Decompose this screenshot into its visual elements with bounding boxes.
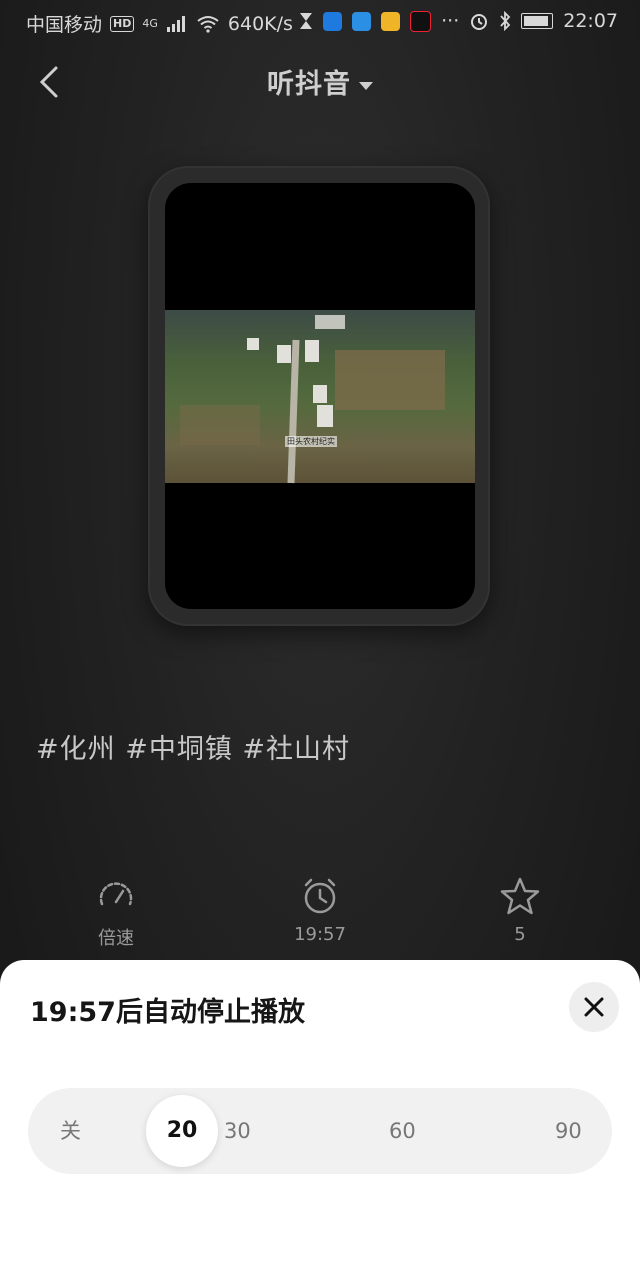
favorite-count: 5 xyxy=(514,924,526,945)
shield-app-icon xyxy=(323,11,343,31)
carrier-label: 中国移动 xyxy=(26,14,103,36)
favorite-button[interactable]: 5 xyxy=(460,876,580,945)
record-app-icon xyxy=(410,10,432,32)
timer-sheet: 19:57后自动停止播放 关 30 60 90 20 xyxy=(0,960,640,1280)
battery-icon xyxy=(521,13,554,29)
net-speed: 640K/s xyxy=(227,12,293,35)
cloud-app-icon xyxy=(352,11,372,31)
speedometer-icon xyxy=(99,882,133,906)
star-icon xyxy=(500,877,540,915)
video-screen[interactable]: 田头农村纪实 xyxy=(165,183,475,609)
alarm-icon xyxy=(471,14,488,30)
video-watermark: 田头农村纪实 xyxy=(285,436,337,447)
slider-knob-selected[interactable]: 20 xyxy=(146,1095,218,1167)
close-icon xyxy=(584,997,604,1017)
clock: 22:07 xyxy=(563,10,618,32)
speed-button[interactable]: 倍速 xyxy=(56,876,176,950)
wifi-icon xyxy=(197,15,219,33)
option-30[interactable]: 30 xyxy=(224,1088,251,1174)
bluetooth-icon xyxy=(500,11,511,31)
hd-badge: HD xyxy=(110,15,135,32)
chat-app-icon xyxy=(381,11,401,31)
option-90[interactable]: 90 xyxy=(555,1088,582,1174)
page-title[interactable]: 听抖音 xyxy=(0,62,640,101)
hourglass-icon xyxy=(300,13,313,29)
option-60[interactable]: 60 xyxy=(389,1088,416,1174)
signal-icon xyxy=(166,15,185,32)
hashtags[interactable]: #化州 #中垌镇 #社山村 xyxy=(36,727,350,766)
timer-slider[interactable]: 关 30 60 90 20 xyxy=(28,1088,612,1174)
alarm-clock-icon xyxy=(304,878,336,914)
more-indicator: ··· xyxy=(441,10,460,32)
video-thumbnail: 田头农村纪实 xyxy=(165,310,475,484)
status-bar: 中国移动 HD 4G 640K/s ··· 22:07 xyxy=(0,0,640,44)
timer-button[interactable]: 19:57 xyxy=(260,876,380,945)
close-button[interactable] xyxy=(569,982,619,1032)
caret-down-icon xyxy=(359,81,373,90)
speed-label: 倍速 xyxy=(98,928,134,949)
network-type: 4G xyxy=(142,17,158,30)
title-text: 听抖音 xyxy=(267,69,351,100)
sheet-title: 19:57后自动停止播放 xyxy=(30,997,305,1028)
timer-label: 19:57 xyxy=(294,924,346,945)
option-off[interactable]: 关 xyxy=(60,1088,81,1174)
